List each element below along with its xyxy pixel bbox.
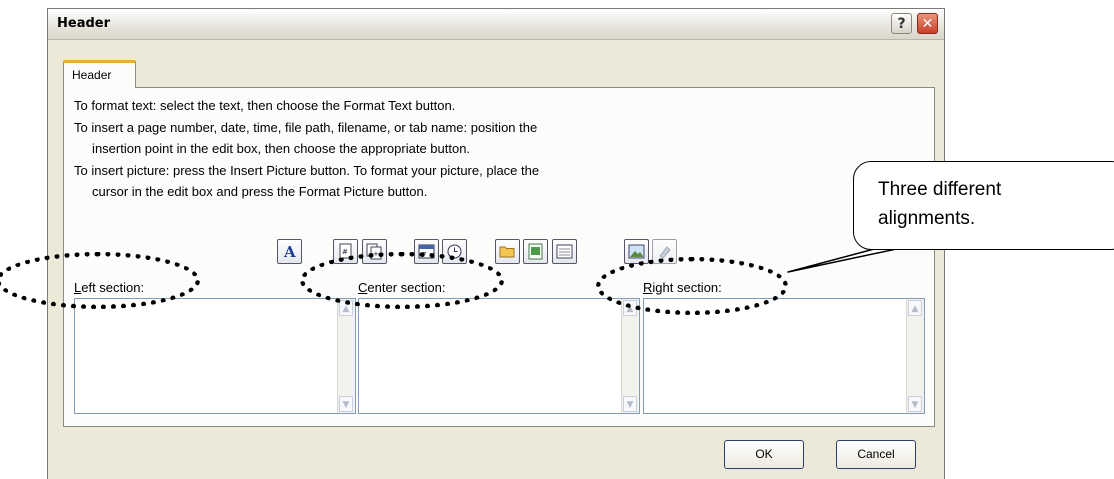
callout-line-2: alignments. <box>878 208 976 229</box>
tab-header[interactable]: Header <box>63 60 136 88</box>
callout-text: Three different alignments. <box>878 175 1001 233</box>
callout-line-1: Three different <box>878 179 1002 200</box>
